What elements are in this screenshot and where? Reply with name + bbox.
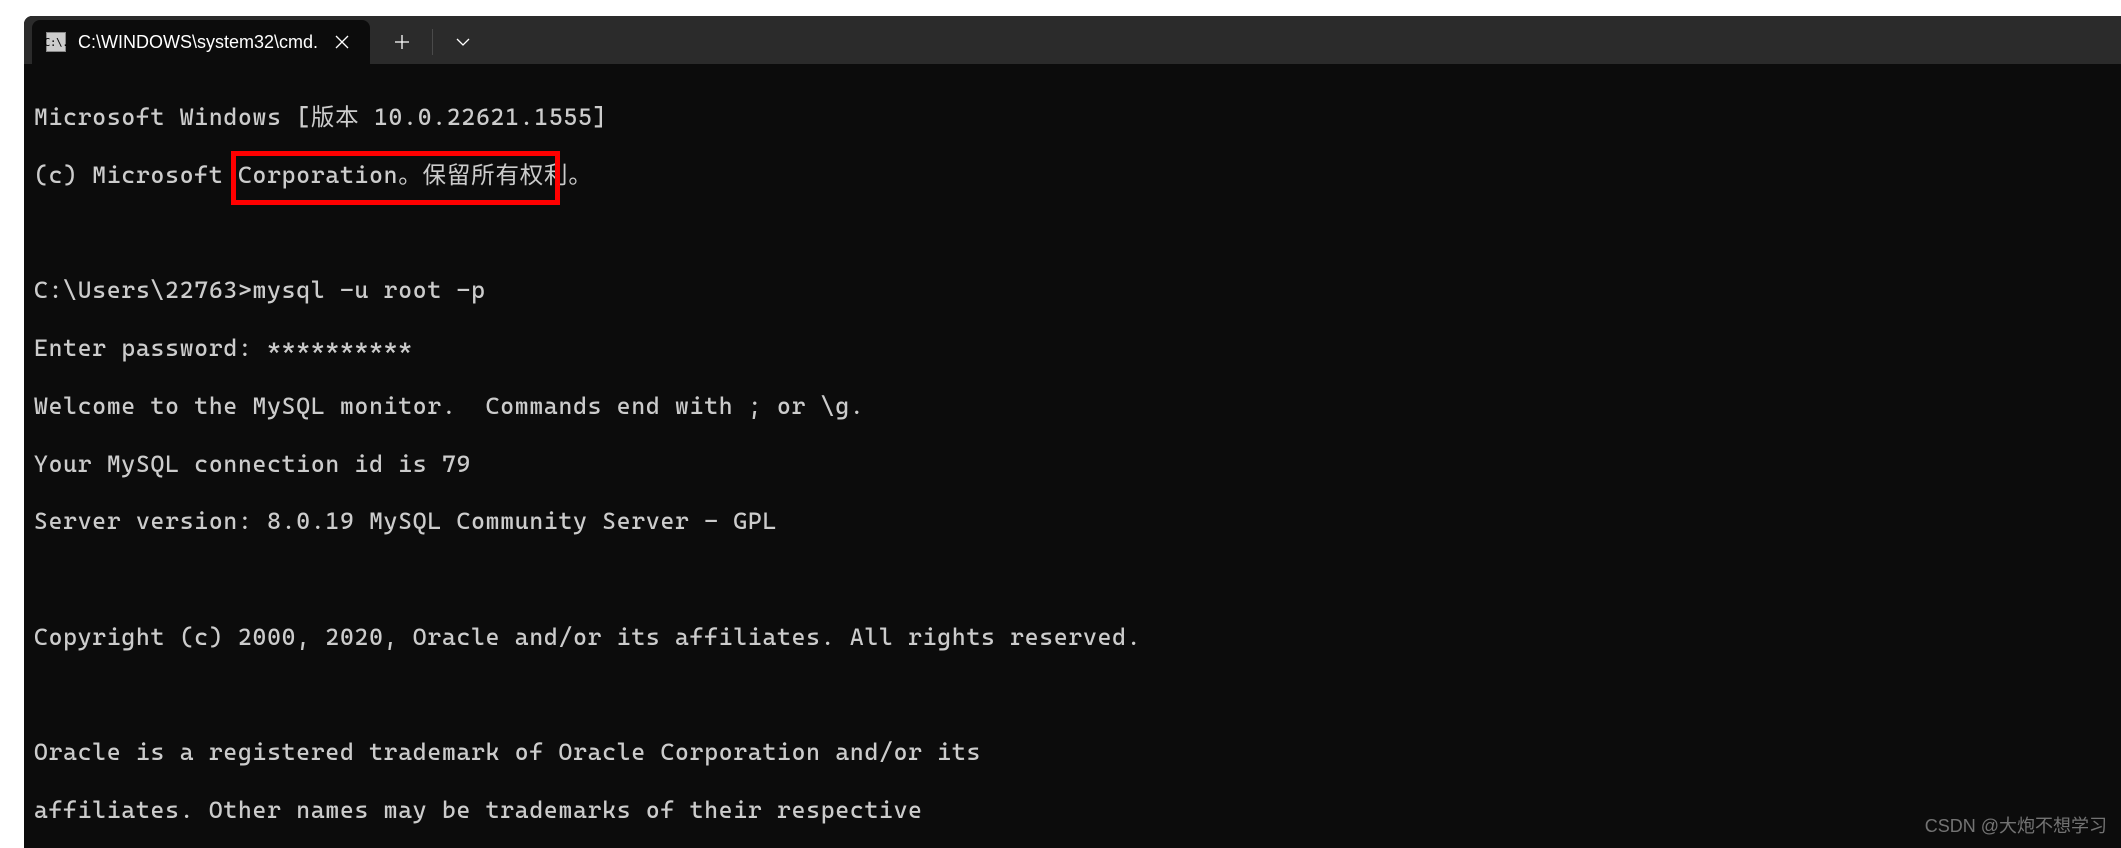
tab-dropdown-button[interactable] [439, 23, 487, 61]
cmd-icon: C:\. [46, 32, 66, 52]
prompt-path: C:\Users\22763> [34, 276, 253, 304]
tab-bar: C:\. C:\WINDOWS\system32\cmd. [24, 16, 2121, 64]
terminal-output[interactable]: Microsoft Windows [版本 10.0.22621.1555] (… [24, 64, 2121, 848]
tab-title: C:\WINDOWS\system32\cmd. [78, 32, 318, 53]
terminal-line: Server version: 8.0.19 MySQL Community S… [34, 507, 2111, 536]
terminal-line [34, 565, 2111, 594]
terminal-window: C:\. C:\WINDOWS\system32\cmd. Microsoft … [24, 16, 2121, 848]
terminal-line: (c) Microsoft Corporation。保留所有权利。 [34, 161, 2111, 190]
tab-divider [432, 29, 433, 55]
terminal-line: Enter password: ********** [34, 334, 2111, 363]
terminal-line: Oracle is a registered trademark of Orac… [34, 738, 2111, 767]
terminal-line [34, 218, 2111, 247]
watermark: CSDN @大炮不想学习 [1925, 812, 2107, 838]
terminal-line: Your MySQL connection id is 79 [34, 450, 2111, 479]
terminal-line: Microsoft Windows [版本 10.0.22621.1555] [34, 103, 2111, 132]
tab-actions [370, 20, 487, 64]
terminal-line [34, 681, 2111, 710]
close-icon[interactable] [330, 30, 354, 54]
new-tab-button[interactable] [378, 23, 426, 61]
terminal-line: affiliates. Other names may be trademark… [34, 796, 2111, 825]
terminal-line: C:\Users\22763>mysql -u root -p [34, 276, 2111, 305]
terminal-line: Welcome to the MySQL monitor. Commands e… [34, 392, 2111, 421]
prompt-command: mysql -u root -p [253, 276, 486, 304]
terminal-line: Copyright (c) 2000, 2020, Oracle and/or … [34, 623, 2111, 652]
tab-cmd[interactable]: C:\. C:\WINDOWS\system32\cmd. [32, 20, 370, 64]
